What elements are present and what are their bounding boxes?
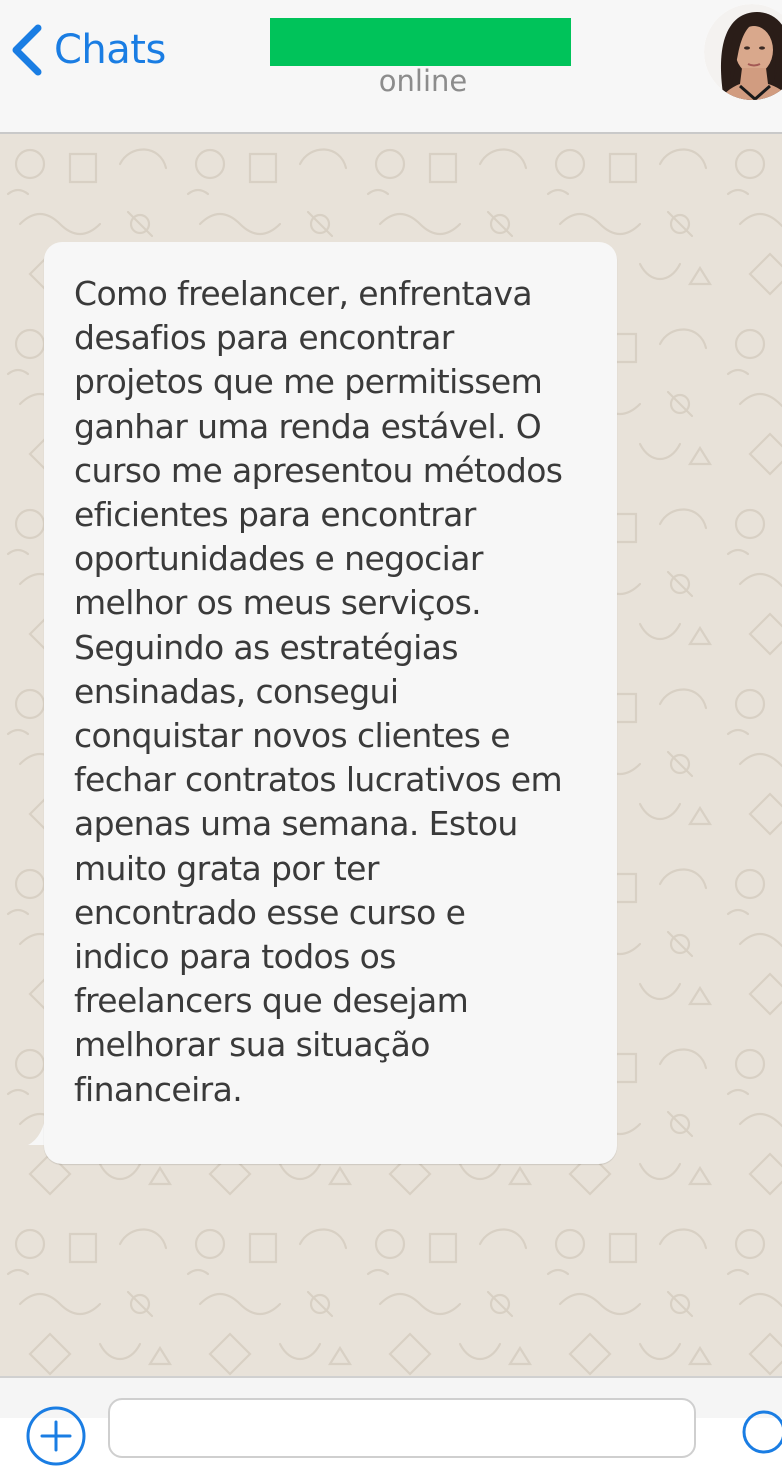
message-input-bar: [0, 1376, 782, 1466]
incoming-message-bubble[interactable]: Como freelancer, enfrentava desafios par…: [44, 242, 617, 1164]
chevron-left-icon: [12, 24, 42, 76]
plus-icon[interactable]: [24, 1404, 88, 1468]
back-to-chats-button[interactable]: Chats: [8, 20, 166, 80]
message-text: Como freelancer, enfrentava desafios par…: [74, 274, 563, 1109]
contact-status: online: [378, 64, 468, 98]
chat-header: Chats online: [0, 0, 782, 134]
back-label: Chats: [54, 27, 166, 73]
message-input[interactable]: [108, 1398, 696, 1458]
camera-icon[interactable]: [740, 1402, 782, 1462]
avatar[interactable]: [704, 4, 782, 100]
contact-avatar-icon: [704, 4, 782, 100]
contact-name[interactable]: [270, 18, 571, 66]
chat-messages-area[interactable]: Como freelancer, enfrentava desafios par…: [0, 134, 782, 1376]
